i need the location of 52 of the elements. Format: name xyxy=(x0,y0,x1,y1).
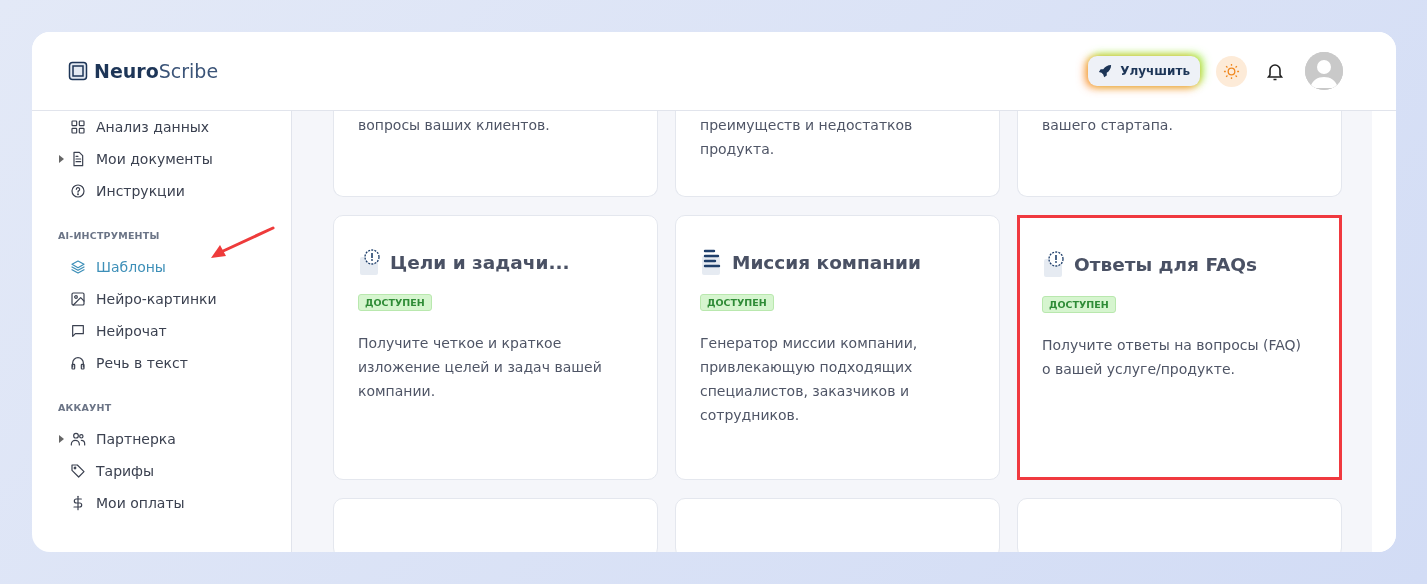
sidebar-item[interactable]: Мои документы xyxy=(56,143,291,175)
template-card[interactable] xyxy=(1017,498,1342,552)
tag-icon xyxy=(70,463,86,479)
caret-icon[interactable] xyxy=(58,435,64,443)
document-icon xyxy=(70,151,86,167)
card-description: вопросы ваших клиентов. xyxy=(358,116,551,135)
template-card[interactable]: преимуществ и недостатков продукта. xyxy=(675,111,1000,197)
template-card[interactable]: вашего стартапа. xyxy=(1017,111,1342,197)
card-description: вашего стартапа. xyxy=(1042,116,1174,135)
template-card[interactable] xyxy=(333,498,658,552)
caret-icon[interactable] xyxy=(58,155,64,163)
logo-text[interactable]: NeuroScribe xyxy=(94,60,219,82)
avatar-icon[interactable] xyxy=(1305,52,1343,90)
sidebar-item[interactable]: Шаблоны xyxy=(56,251,291,283)
card-description: Генератор миссии компании, привлекающую подходящих специалистов, заказчиков и сотрудников. xyxy=(700,334,919,425)
logo-icon xyxy=(68,61,88,81)
theme-toggle-button[interactable] xyxy=(1216,55,1247,87)
sidebar-item[interactable]: Нейрочат xyxy=(56,315,291,347)
template-card[interactable]: Ответы для FAQs ДОСТУПЕН Получите ответы на вопросы (FAQ) о вашей услуге/продукте. xyxy=(1017,215,1342,480)
sidebar-item[interactable]: Речь в текст xyxy=(56,347,291,379)
layers-icon xyxy=(70,259,86,275)
status-badge: ДОСТУПЕН xyxy=(358,294,432,311)
section-heading: AI-ИНСТРУМЕНТЫ xyxy=(57,229,160,243)
rocket-icon xyxy=(1098,64,1113,78)
upgrade-button[interactable]: Улучшить xyxy=(1088,56,1200,86)
card-title: Миссия компании xyxy=(732,251,921,273)
sidebar-item[interactable]: Партнерка xyxy=(56,423,291,455)
headphones-icon xyxy=(70,355,86,371)
sidebar-item[interactable]: Нейро-картинки xyxy=(56,283,291,315)
card-title: Цели и задачи... xyxy=(390,251,570,273)
template-card[interactable]: Миссия компании ДОСТУПЕН Генератор миссии компании, привлекающую подходящих специалистов, заказчиков и сотрудников. xyxy=(675,215,1000,480)
status-badge: ДОСТУПЕН xyxy=(1042,296,1116,313)
sidebar-item[interactable]: Анализ данных xyxy=(56,111,291,143)
card-description: Получите четкое и краткое изложение целей и задач вашей компании. xyxy=(358,334,603,401)
users-icon xyxy=(70,431,86,447)
bell-icon[interactable] xyxy=(1265,61,1285,81)
sun-icon xyxy=(1223,62,1240,80)
template-card[interactable] xyxy=(675,498,1000,552)
chat-icon xyxy=(70,323,86,339)
template-card[interactable]: вопросы ваших клиентов. xyxy=(333,111,658,197)
sidebar-item[interactable]: Инструкции xyxy=(56,175,291,207)
status-badge: ДОСТУПЕН xyxy=(700,294,774,311)
card-title: Ответы для FAQs xyxy=(1074,253,1257,275)
sidebar-item[interactable]: Мои оплаты xyxy=(56,487,291,519)
template-card[interactable]: Цели и задачи... ДОСТУПЕН Получите четкое и краткое изложение целей и задач вашей компании. xyxy=(333,215,658,480)
card-description: Получите ответы на вопросы (FAQ) о вашей услуге/продукте. xyxy=(1042,336,1302,379)
card-description: преимуществ и недостатков продукта. xyxy=(700,116,914,159)
help-icon xyxy=(70,183,86,199)
grid-icon xyxy=(70,119,86,135)
image-icon xyxy=(70,291,86,307)
section-heading: АККАУНТ xyxy=(57,401,112,415)
sidebar-item[interactable]: Тарифы xyxy=(56,455,291,487)
